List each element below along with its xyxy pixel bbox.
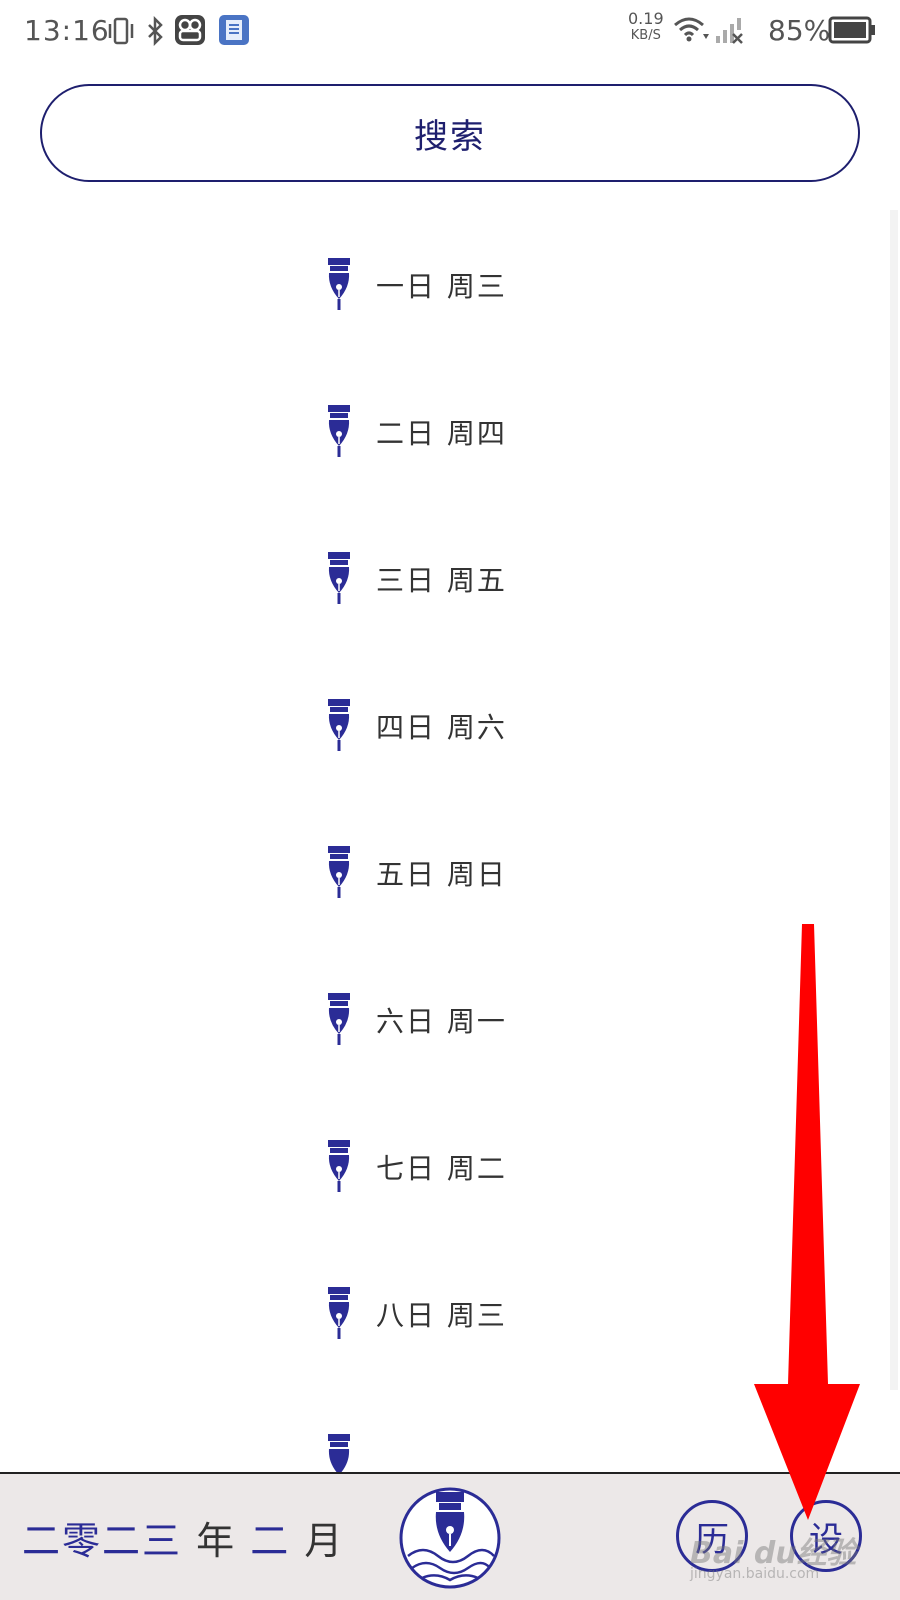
date-month-digits: 二 bbox=[250, 1519, 291, 1563]
current-month[interactable]: 二零二三 年 二 月 bbox=[22, 1510, 344, 1565]
fountain-pen-icon bbox=[328, 405, 350, 457]
status-time: 13:16 bbox=[24, 14, 110, 47]
vibrate-icon bbox=[108, 17, 134, 45]
day-label: 二日 周四 bbox=[376, 417, 507, 450]
day-label: 一日 周三 bbox=[376, 270, 507, 303]
fountain-pen-icon bbox=[328, 699, 350, 751]
watermark-url: jingyan.baidu.com bbox=[690, 1566, 820, 1582]
battery-icon bbox=[828, 16, 875, 44]
status-bar: 13:16 0.19 KB/S 85% bbox=[0, 0, 900, 64]
search-label: 搜索 bbox=[414, 116, 486, 157]
network-speed-value: 0.19 bbox=[628, 9, 664, 28]
search-button[interactable]: 搜索 bbox=[40, 84, 860, 182]
day-label: 三日 周五 bbox=[376, 564, 507, 597]
fountain-pen-icon bbox=[328, 1434, 350, 1472]
scrollbar[interactable] bbox=[890, 210, 898, 1390]
network-speed: 0.19 KB/S bbox=[628, 10, 664, 44]
list-item[interactable]: 五日 周日 bbox=[0, 845, 900, 905]
fountain-pen-icon bbox=[328, 846, 350, 898]
day-label: 六日 周一 bbox=[376, 1005, 507, 1038]
bluetooth-icon bbox=[148, 16, 163, 46]
day-label: 八日 周三 bbox=[376, 1299, 507, 1332]
date-year-digits: 二零二三 bbox=[22, 1519, 183, 1563]
app-notification-icon bbox=[175, 15, 205, 45]
network-speed-unit: KB/S bbox=[630, 28, 661, 43]
fountain-pen-icon bbox=[328, 552, 350, 604]
list-item[interactable]: 四日 周六 bbox=[0, 698, 900, 758]
battery-percent: 85% bbox=[768, 14, 831, 47]
fountain-pen-icon bbox=[328, 1287, 350, 1339]
day-label: 五日 周日 bbox=[376, 858, 507, 891]
list-item[interactable]: 三日 周五 bbox=[0, 551, 900, 611]
day-label: 四日 周六 bbox=[376, 711, 507, 744]
list-item[interactable]: 一日 周三 bbox=[0, 257, 900, 317]
fountain-pen-icon bbox=[328, 1140, 350, 1192]
notes-app-icon bbox=[219, 15, 249, 45]
fountain-pen-icon bbox=[328, 993, 350, 1045]
cellular-no-signal-icon bbox=[716, 18, 743, 44]
list-item[interactable]: 二日 周四 bbox=[0, 404, 900, 464]
fountain-pen-logo-button[interactable] bbox=[398, 1486, 502, 1590]
red-arrow-annotation-icon bbox=[754, 924, 860, 1520]
date-month-unit: 月 bbox=[304, 1519, 345, 1563]
day-label: 七日 周二 bbox=[376, 1152, 507, 1185]
wifi-icon bbox=[674, 17, 709, 42]
date-year-unit: 年 bbox=[196, 1519, 237, 1563]
fountain-pen-icon bbox=[328, 258, 350, 310]
